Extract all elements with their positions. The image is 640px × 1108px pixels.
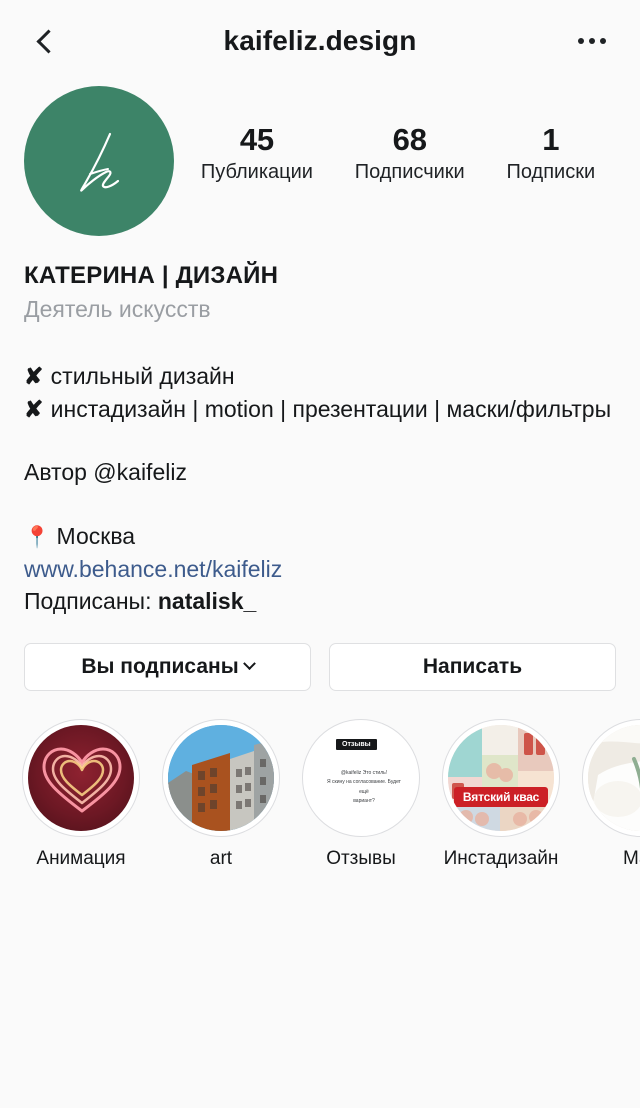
mask-thumbnail: [588, 724, 640, 831]
ballot-x-icon: ✘: [24, 363, 45, 390]
highlight-item[interactable]: Отзывы @kaifeliz Это стиль! Я скину на с…: [302, 718, 420, 870]
review-screenshot-thumbnail: Отзывы @kaifeliz Это стиль! Я скину на с…: [308, 724, 414, 831]
highlight-thumbnail: [168, 724, 274, 831]
bio-text: ✘ стильный дизайн ✘ инстадизайн | motion…: [24, 360, 616, 425]
location-label: Москва: [56, 523, 136, 550]
chevron-left-icon: [36, 28, 61, 54]
stat-following[interactable]: 1 Подписки: [502, 122, 599, 186]
highlight-ring: Отзывы @kaifeliz Это стиль! Я скину на с…: [302, 718, 420, 837]
fabric-mask-icon: [588, 724, 640, 831]
collage-banner: Вятский квас: [454, 786, 548, 807]
neon-heart-thumbnail: [28, 724, 134, 831]
location-pin-icon: 📍: [24, 526, 51, 550]
profile-category: Деятель искусств: [24, 296, 211, 323]
back-button[interactable]: [24, 19, 68, 63]
review-badge: Отзывы: [336, 738, 377, 750]
ballot-x-icon: ✘: [24, 395, 45, 422]
highlight-item[interactable]: art: [162, 718, 280, 870]
bio-line: ✘ инстадизайн | motion | презентации | м…: [24, 393, 616, 426]
bio-author: Автор @kaifeliz: [24, 458, 187, 485]
highlight-thumbnail: Отзывы @kaifeliz Это стиль! Я скину на с…: [308, 724, 414, 831]
photo-collage-icon: [448, 724, 554, 831]
stat-label: Публикации: [200, 160, 313, 183]
highlight-label: Инстадизайн: [443, 847, 559, 869]
profile-bio: КАТЕРИНА | ДИЗАЙН Деятель искусств ✘ сти…: [0, 236, 640, 617]
bio-line-text: инстадизайн | motion | презентации | мас…: [50, 395, 612, 422]
external-link[interactable]: www.behance.net/kaifeliz: [24, 553, 616, 585]
bio-line: ✘ стильный дизайн: [24, 360, 616, 393]
app-header: kaifeliz.design: [0, 0, 640, 82]
highlight-ring: Вятский квас: [442, 718, 560, 837]
followed-by-label: Подписаны:: [24, 587, 152, 614]
bio-metadata: 📍 Москва www.behance.net/kaifeliz Подпис…: [24, 520, 616, 617]
more-options-button[interactable]: [568, 19, 616, 63]
page-title: kaifeliz.design: [223, 25, 417, 56]
highlight-item[interactable]: Мас: [582, 718, 640, 870]
review-caption-line: вариант?: [353, 798, 375, 805]
followed-by-user[interactable]: natalisk_: [158, 588, 256, 614]
highlight-ring: [582, 718, 640, 837]
more-options-icon: [589, 38, 595, 44]
bio-line-text: стильный дизайн: [50, 363, 235, 390]
avatar-monogram-k-icon: [80, 132, 120, 192]
followed-by: Подписаны: natalisk_: [24, 585, 616, 617]
highlight-label: Мас: [622, 847, 640, 869]
highlight-item[interactable]: Анимация: [22, 718, 140, 870]
following-button-label: Вы подписаны: [81, 654, 239, 678]
stat-value: 1: [542, 122, 560, 157]
more-options-icon: [600, 38, 606, 44]
highlight-thumbnail: Вятский квас: [448, 724, 554, 831]
collage-thumbnail: Вятский квас: [448, 724, 554, 831]
highlight-label: Отзывы: [326, 847, 396, 869]
following-button[interactable]: Вы подписаны: [24, 642, 311, 691]
chevron-down-icon: [242, 657, 256, 671]
profile-actions: Вы подписаны Написать: [0, 617, 640, 691]
stat-followers[interactable]: 68 Подписчики: [351, 122, 469, 186]
highlight-thumbnail: [588, 724, 640, 831]
message-button[interactable]: Написать: [329, 642, 616, 691]
architecture-thumbnail: [168, 724, 274, 831]
highlight-label: art: [209, 847, 233, 869]
highlight-ring: [162, 718, 280, 837]
stat-value: 45: [239, 122, 274, 157]
display-name: КАТЕРИНА | ДИЗАЙН: [24, 262, 279, 289]
stat-label: Подписки: [506, 160, 596, 183]
location: 📍 Москва: [24, 520, 616, 552]
message-button-label: Написать: [422, 654, 523, 678]
neon-heart-icon: [42, 747, 122, 813]
more-options-icon: [578, 38, 584, 44]
highlight-label: Анимация: [36, 847, 126, 869]
stat-posts[interactable]: 45 Публикации: [197, 122, 317, 186]
highlight-ring: [22, 718, 140, 837]
stat-value: 68: [392, 122, 427, 157]
profile-stats: 45 Публикации 68 Подписчики 1 Подписки: [180, 86, 616, 186]
review-caption-line: @kaifeliz Это стиль!: [340, 769, 388, 776]
highlight-item[interactable]: Вятский квас Инстадизайн: [442, 718, 560, 870]
buildings-icon: [168, 724, 274, 831]
profile-summary: 45 Публикации 68 Подписчики 1 Подписки: [0, 82, 640, 236]
avatar[interactable]: [24, 86, 174, 236]
story-highlights: Анимация art Отзывы @kaifeliz Это стиль!…: [0, 691, 640, 870]
highlight-thumbnail: [28, 724, 134, 831]
review-caption-line: Я скину на согласование. Будет ещё: [327, 779, 401, 795]
stat-label: Подписчики: [354, 160, 465, 183]
